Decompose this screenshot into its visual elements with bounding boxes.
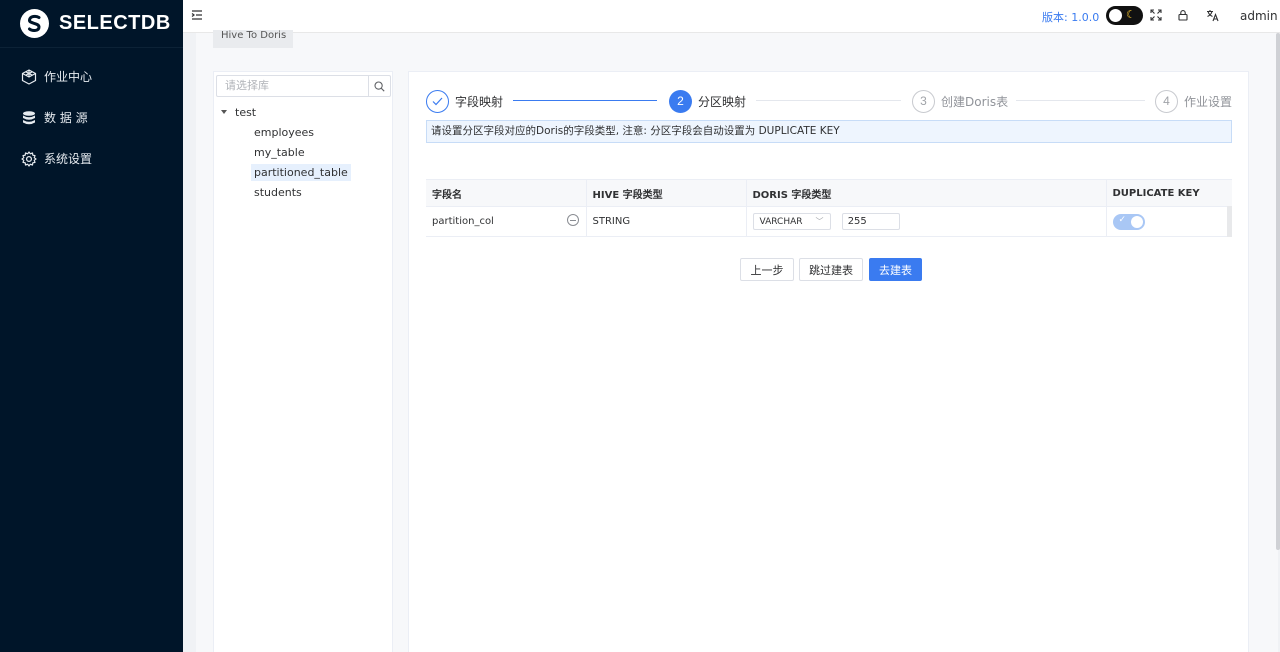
tree-node-label: employees — [254, 125, 315, 139]
sidebar-item-label: 作业中心 — [44, 70, 93, 84]
steps: 字段映射 2 分区映射 3 创建Doris表 4 作业设置 — [426, 89, 1232, 115]
sidebar-item-datasource[interactable]: 数 据 源 — [0, 97, 183, 138]
chevron-down-icon: ﹀ — [815, 217, 824, 226]
tree-node-label: test — [235, 105, 257, 119]
step-number: 3 — [912, 89, 935, 113]
sidebar: SELECTDB 作业中心 数 据 源 系统设置 — [0, 0, 183, 652]
create-table-button[interactable]: 去建表 — [869, 258, 922, 281]
check-icon: ✓ — [1118, 214, 1127, 225]
database-icon — [20, 109, 38, 127]
column-header-hive-type: HIVE 字段类型 — [586, 179, 747, 207]
step-job-settings: 4 作业设置 — [1155, 89, 1232, 113]
menu-fold-icon[interactable] — [191, 9, 205, 23]
switch-knob — [1130, 215, 1143, 228]
box-cube-icon — [20, 68, 38, 86]
moon-icon: ☾ — [1126, 8, 1136, 21]
translate-icon[interactable] — [1206, 9, 1220, 23]
step-number: 4 — [1155, 89, 1178, 113]
step-title: 字段映射 — [455, 94, 504, 109]
tree-node-label: my_table — [254, 145, 305, 159]
tree-node-employees[interactable]: employees — [214, 122, 392, 142]
caret-down-icon[interactable] — [221, 110, 227, 114]
duplicate-key-switch[interactable]: ✓ — [1112, 213, 1145, 230]
search-icon[interactable] — [368, 76, 390, 96]
partition-mapping-table: 字段名 HIVE 字段类型 DORIS 字段类型 DUPLICATE KEY p… — [426, 179, 1232, 237]
step-create-doris-table: 3 创建Doris表 — [912, 89, 1008, 113]
sidebar-menu: 作业中心 数 据 源 系统设置 — [0, 56, 183, 179]
database-tree: test employees my_table partitioned_tabl… — [214, 102, 392, 202]
column-header-doris-type: DORIS 字段类型 — [746, 179, 1107, 207]
step-partition-mapping: 2 分区映射 — [669, 89, 746, 113]
doris-type-select[interactable]: VARCHAR ﹀ — [752, 213, 831, 230]
user-menu[interactable]: admin — [1240, 9, 1278, 23]
tree-node-my-table[interactable]: my_table — [214, 142, 392, 162]
skip-create-table-button[interactable]: 跳过建表 — [799, 258, 863, 281]
fullscreen-icon[interactable] — [1150, 9, 1164, 23]
mapping-panel: 字段映射 2 分区映射 3 创建Doris表 4 作业设置 请设置分区字段对应的… — [408, 71, 1249, 652]
database-search-input[interactable] — [217, 76, 368, 96]
length-input[interactable]: 255 — [841, 213, 900, 230]
column-header-field-name: 字段名 — [426, 179, 587, 207]
top-header: 版本: 1.0.0 ☾ admin — [183, 0, 1280, 33]
field-name-cell: partition_col — [426, 206, 587, 237]
step-connector — [513, 100, 657, 101]
tree-node-label: students — [254, 185, 302, 199]
doris-type-value: VARCHAR — [759, 216, 803, 227]
duplicate-key-cell: ✓ — [1106, 206, 1232, 237]
step-title: 作业设置 — [1184, 94, 1233, 109]
doris-type-cell: VARCHAR ﹀ 255 — [746, 206, 1107, 237]
theme-toggle[interactable]: ☾ — [1106, 6, 1143, 25]
sidebar-item-job-center[interactable]: 作业中心 — [0, 56, 183, 97]
tab-hive-to-doris[interactable]: Hive To Doris — [213, 30, 293, 48]
step-connector — [756, 100, 901, 101]
tree-node-label: partitioned_table — [251, 163, 351, 181]
sidebar-item-settings[interactable]: 系统设置 — [0, 138, 183, 179]
step-number: 2 — [669, 89, 692, 113]
selectdb-logo-icon — [20, 9, 49, 38]
check-icon — [426, 89, 449, 113]
brand-logo[interactable]: SELECTDB — [0, 0, 183, 48]
table-row: partition_col STRING VARCHAR ﹀ 255 ✓ — [426, 206, 1232, 237]
brand-name: SELECTDB — [59, 12, 171, 34]
tree-node-partitioned-table[interactable]: partitioned_table — [214, 162, 392, 182]
gear-icon — [20, 150, 38, 168]
sidebar-item-label: 系统设置 — [44, 152, 93, 166]
table-scrollbar[interactable] — [1227, 206, 1232, 237]
database-tree-panel: test employees my_table partitioned_tabl… — [213, 71, 393, 652]
step-field-mapping: 字段映射 — [426, 89, 503, 113]
minus-circle-icon[interactable] — [566, 214, 579, 226]
field-name: partition_col — [432, 216, 494, 227]
version-label: 版本: 1.0.0 — [1042, 11, 1100, 24]
hive-type: STRING — [592, 216, 631, 227]
prev-step-button[interactable]: 上一步 — [740, 258, 794, 281]
column-header-duplicate-key: DUPLICATE KEY — [1106, 179, 1232, 207]
tree-node-students[interactable]: students — [214, 182, 392, 202]
lock-icon[interactable] — [1177, 9, 1191, 23]
tree-node-test[interactable]: test — [214, 102, 392, 122]
hive-type-cell: STRING — [586, 206, 747, 237]
sidebar-item-label: 数 据 源 — [44, 111, 88, 125]
step-title: 创建Doris表 — [941, 94, 1009, 109]
page-scrollbar[interactable] — [1276, 33, 1280, 550]
info-alert: 请设置分区字段对应的Doris的字段类型, 注意: 分区字段会自动设置为 DUP… — [426, 120, 1232, 143]
step-title: 分区映射 — [698, 94, 747, 109]
database-search — [216, 75, 391, 97]
step-connector — [1016, 100, 1145, 101]
table-header-row: 字段名 HIVE 字段类型 DORIS 字段类型 DUPLICATE KEY — [426, 179, 1232, 207]
theme-toggle-knob — [1109, 9, 1122, 22]
